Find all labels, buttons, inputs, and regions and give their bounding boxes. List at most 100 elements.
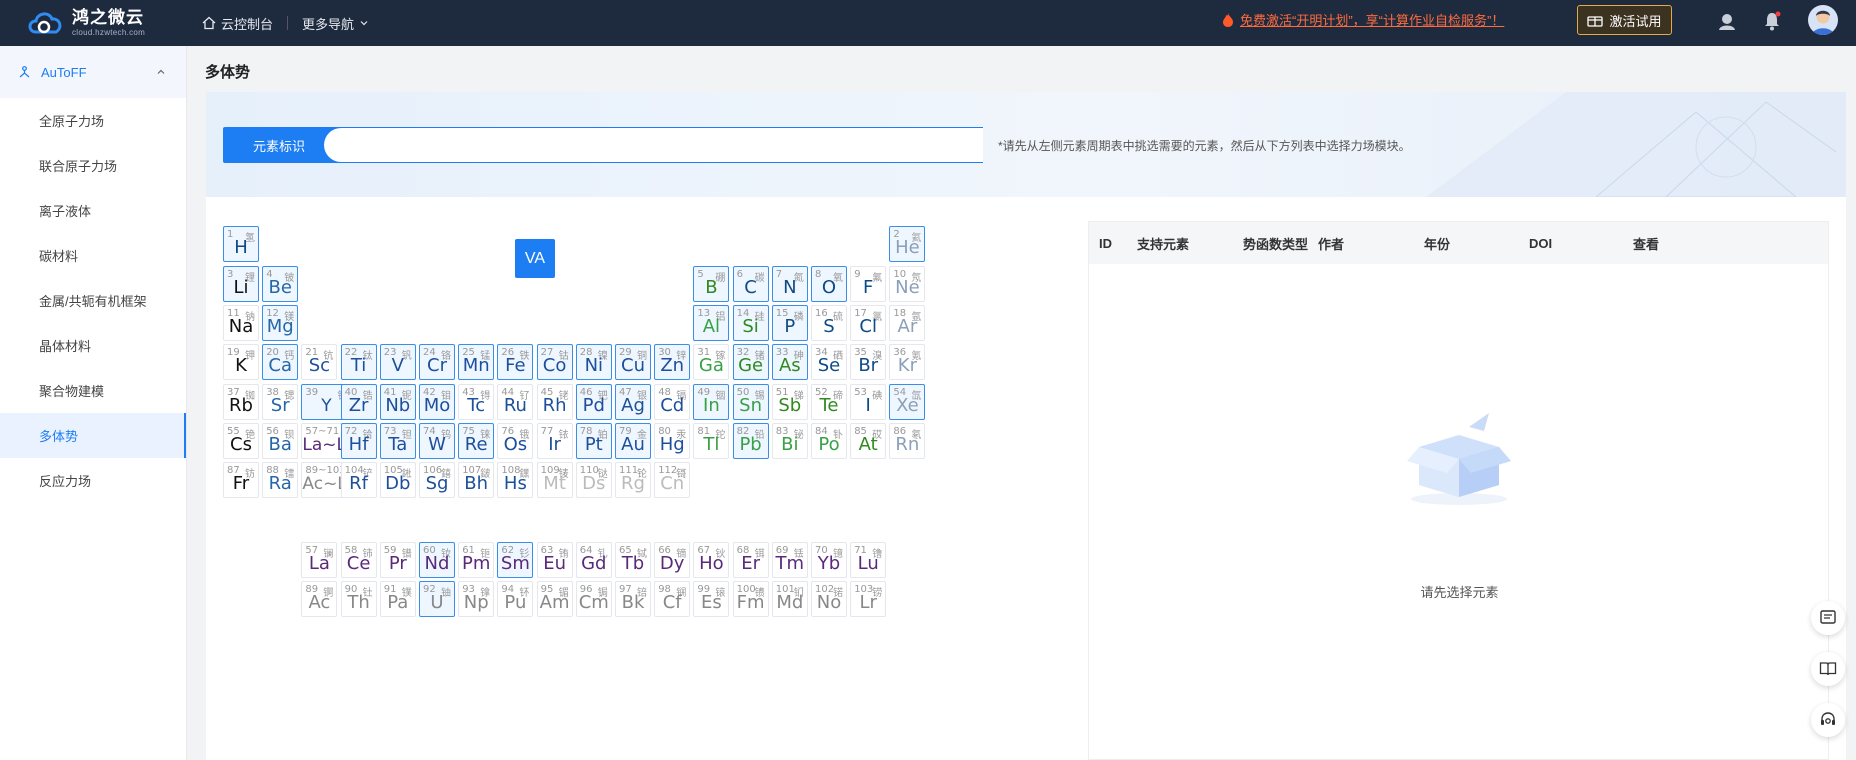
element-cell[interactable]: 10 氖 Ne <box>889 265 926 302</box>
element-cell[interactable]: 84 钋 Po <box>811 422 847 459</box>
element-cell[interactable]: 83 铋 Bi <box>771 422 808 459</box>
element-cell[interactable]: 3 锂 Li <box>223 265 259 302</box>
more-nav-dropdown[interactable]: 更多导航 <box>302 14 369 33</box>
element-cell[interactable]: 48 镉 Cd <box>654 383 691 420</box>
element-cell[interactable]: 64 钆 Gd <box>575 541 612 578</box>
user-avatar[interactable] <box>1808 5 1838 35</box>
element-cell[interactable]: 78 铂 Pt <box>575 422 612 459</box>
element-cell[interactable]: 67 钬 Ho <box>693 541 730 578</box>
element-cell[interactable]: 100 镄 Fm <box>732 581 769 617</box>
element-cell[interactable]: 86 氡 Rn <box>889 422 926 459</box>
element-cell[interactable]: 59 镨 Pr <box>379 541 416 578</box>
element-cell[interactable]: 69 铥 Tm <box>771 541 808 578</box>
element-cell[interactable]: 44 钌 Ru <box>497 383 534 420</box>
element-cell[interactable]: 32 锗 Ge <box>732 344 769 381</box>
element-cell[interactable]: 94 钚 Pu <box>497 581 534 617</box>
element-cell[interactable]: 93 镎 Np <box>458 581 495 617</box>
element-cell[interactable]: 51 锑 Sb <box>771 383 808 420</box>
element-cell[interactable]: 56 钡 Ba <box>262 422 299 459</box>
element-cell[interactable]: 98 锎 Cf <box>654 581 691 617</box>
element-cell[interactable]: 11 钠 Na <box>223 304 259 341</box>
element-cell[interactable]: 87 钫 Fr <box>223 462 259 499</box>
element-cell[interactable]: 97 锫 Bk <box>615 581 651 617</box>
element-cell[interactable]: 33 砷 As <box>771 344 808 381</box>
sidebar-group-autoff[interactable]: AuToFF <box>0 46 186 98</box>
element-cell[interactable]: 8氧O <box>811 265 847 302</box>
brand-logo[interactable]: 鸿之微云 cloud.hzwtech.com <box>0 0 180 46</box>
bell-icon[interactable] <box>1761 10 1783 32</box>
element-cell[interactable]: 74 钨 W <box>419 422 455 459</box>
element-cell[interactable]: 60 钕 Nd <box>419 541 455 578</box>
element-cell[interactable]: 80 汞 Hg <box>654 422 691 459</box>
element-cell[interactable]: 16 硫 S <box>811 304 847 341</box>
element-cell[interactable]: 34 硒 Se <box>811 344 847 381</box>
element-cell[interactable]: 14 硅 Si <box>732 304 769 341</box>
element-cell[interactable]: 89 锕 Ac <box>301 581 338 617</box>
element-cell[interactable]: 109 鿏 Mt <box>536 462 573 499</box>
feedback-button[interactable] <box>1811 601 1845 635</box>
element-cell[interactable]: 65 铽 Tb <box>615 541 651 578</box>
element-cell[interactable]: 13 铝 Al <box>693 304 730 341</box>
sidebar-item[interactable]: 聚合物建模 <box>0 368 186 413</box>
element-cell[interactable]: 71 镥 Lu <box>850 541 887 578</box>
element-cell[interactable]: 15 磷 P <box>771 304 808 341</box>
sidebar-item[interactable]: 联合原子力场 <box>0 143 186 188</box>
sidebar-item[interactable]: 反应力场 <box>0 458 186 503</box>
element-cell[interactable]: 54 氙 Xe <box>889 383 926 420</box>
element-cell[interactable]: 107 𨨏 Bh <box>458 462 495 499</box>
element-cell[interactable]: 46 钯 Pd <box>575 383 612 420</box>
element-cell[interactable]: 41 铌 Nb <box>379 383 416 420</box>
element-cell[interactable]: 73 钽 Ta <box>379 422 416 459</box>
element-cell[interactable]: 22 钛 Ti <box>340 344 377 381</box>
sidebar-item[interactable]: 金属/共轭有机框架 <box>0 278 186 323</box>
element-cell[interactable]: 106 𨭎 Sg <box>419 462 455 499</box>
element-cell[interactable]: 52 碲 Te <box>811 383 847 420</box>
element-cell[interactable]: 99 锿 Es <box>693 581 730 617</box>
element-cell[interactable]: 37 铷 Rb <box>223 383 259 420</box>
element-cell[interactable]: 29 铜 Cu <box>615 344 651 381</box>
element-cell[interactable]: 62 钐 Sm <box>497 541 534 578</box>
element-cell[interactable]: 36 氪 Kr <box>889 344 926 381</box>
element-cell[interactable]: 42 钼 Mo <box>419 383 455 420</box>
element-cell[interactable]: 4 铍 Be <box>262 265 299 302</box>
customer-service-button[interactable] <box>1811 703 1845 737</box>
element-cell[interactable]: 112 鿔 Cn <box>654 462 691 499</box>
docs-button[interactable] <box>1811 652 1845 686</box>
element-cell[interactable]: 88 镭 Ra <box>262 462 299 499</box>
element-cell[interactable]: 92 铀 U <box>419 581 455 617</box>
element-search-input[interactable] <box>324 128 983 162</box>
element-cell[interactable]: 77 铱 Ir <box>536 422 573 459</box>
sidebar-item[interactable]: 离子液体 <box>0 188 186 233</box>
console-link[interactable]: 云控制台 <box>202 14 273 33</box>
element-cell[interactable]: 75 铼 Re <box>458 422 495 459</box>
element-cell[interactable]: 40 锆 Zr <box>340 383 377 420</box>
element-cell[interactable]: 38 锶 Sr <box>262 383 299 420</box>
element-cell[interactable]: 105 𨧀 Db <box>379 462 416 499</box>
sidebar-item[interactable]: 多体势 <box>0 413 186 458</box>
element-cell[interactable]: 43 锝 Tc <box>458 383 495 420</box>
element-cell[interactable]: 103 铹 Lr <box>850 581 887 617</box>
element-cell[interactable]: 57 镧 La <box>301 541 338 578</box>
element-cell[interactable]: 102 锘 No <box>811 581 847 617</box>
element-cell[interactable]: 19 钾 K <box>223 344 259 381</box>
element-cell[interactable]: 47 银 Ag <box>615 383 651 420</box>
element-cell[interactable]: 12 镁 Mg <box>262 304 299 341</box>
element-cell[interactable]: 6碳C <box>732 265 769 302</box>
element-cell[interactable]: 2 氦 He <box>889 226 926 263</box>
element-cell[interactable]: 108 𨭆 Hs <box>497 462 534 499</box>
element-cell[interactable]: 49 铟 In <box>693 383 730 420</box>
element-cell[interactable]: 50 锡 Sn <box>732 383 769 420</box>
element-cell[interactable]: 5硼B <box>693 265 730 302</box>
element-cell[interactable]: 45 铑 Rh <box>536 383 573 420</box>
element-cell[interactable]: 95 镅 Am <box>536 581 573 617</box>
sidebar-item[interactable]: 碳材料 <box>0 233 186 278</box>
group-va-tooltip[interactable]: VA <box>515 239 555 278</box>
sidebar-item[interactable]: 晶体材料 <box>0 323 186 368</box>
element-cell[interactable]: 90 钍 Th <box>340 581 377 617</box>
element-cell[interactable]: 18 氩 Ar <box>889 304 926 341</box>
element-cell[interactable]: 96 锔 Cm <box>575 581 612 617</box>
element-cell[interactable]: 104 铲 Rf <box>340 462 377 499</box>
element-cell[interactable]: 68 铒 Er <box>732 541 769 578</box>
element-cell[interactable]: 24 铬 Cr <box>419 344 455 381</box>
element-cell[interactable]: 111 𬬭 Rg <box>615 462 651 499</box>
